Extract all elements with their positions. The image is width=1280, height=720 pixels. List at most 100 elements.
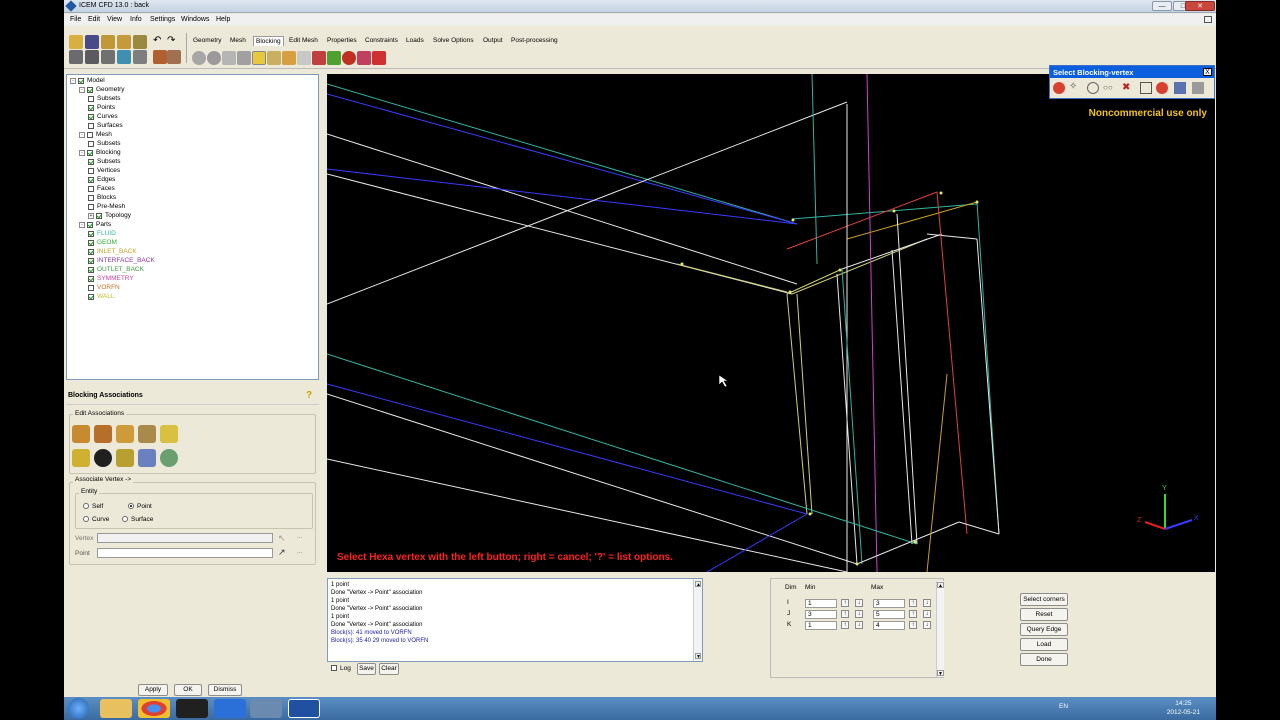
menu-info[interactable]: Info	[130, 16, 142, 23]
tree-item[interactable]: Subsets	[88, 140, 121, 147]
pre-mesh-smooth-icon[interactable]	[327, 51, 341, 65]
tab-properties[interactable]: Properties	[325, 36, 359, 45]
max-field[interactable]: 5	[873, 610, 905, 619]
chrome-taskbar-icon[interactable]	[138, 699, 170, 718]
wireframe-icon[interactable]	[117, 50, 131, 64]
edge-params-icon[interactable]	[297, 51, 311, 65]
tree-expander-icon[interactable]: -	[79, 149, 85, 156]
reset-associations-icon[interactable]	[94, 449, 112, 467]
tree-checkbox[interactable]	[88, 239, 94, 246]
tree-checkbox[interactable]	[87, 149, 93, 156]
tree-item[interactable]: Curves	[88, 113, 118, 120]
point-field[interactable]	[97, 548, 273, 558]
associate-vertex-icon[interactable]	[94, 425, 112, 443]
dim-scrollbar[interactable]: ▲ ▼	[936, 581, 944, 677]
system-clock[interactable]: 14:25 2012-05-21	[1167, 699, 1200, 717]
save-log-button[interactable]: Save	[357, 663, 376, 675]
tree-checkbox[interactable]	[88, 113, 94, 120]
tree-checkbox[interactable]	[88, 248, 94, 255]
entity-surface-radio[interactable]: Surface	[122, 516, 153, 523]
tree-checkbox[interactable]	[88, 104, 94, 111]
create-block-icon[interactable]	[192, 51, 206, 65]
tree-item[interactable]: Edges	[88, 176, 115, 183]
check-blocks-icon[interactable]	[342, 51, 356, 65]
fit-window-icon[interactable]	[69, 50, 83, 64]
tree-item[interactable]: WALL	[88, 293, 114, 300]
tree-item[interactable]: VORFN	[88, 284, 120, 291]
tab-mesh[interactable]: Mesh	[228, 36, 248, 45]
tree-checkbox[interactable]	[88, 275, 94, 282]
split-block-icon[interactable]	[207, 51, 221, 65]
tree-item[interactable]: Blocks	[88, 194, 116, 201]
auto-associate-icon[interactable]	[160, 449, 178, 467]
menu-file[interactable]: File	[70, 16, 81, 23]
group-curves-icon[interactable]	[138, 449, 156, 467]
tree-item[interactable]: - Parts	[79, 221, 111, 228]
tab-constraints[interactable]: Constraints	[363, 36, 400, 45]
tree-item[interactable]: Subsets	[88, 158, 121, 165]
min-field[interactable]: 3	[805, 610, 837, 619]
pre-mesh-quality-icon[interactable]	[312, 51, 326, 65]
tree-item[interactable]: INLET_BACK	[88, 248, 137, 255]
icem-taskbar-icon[interactable]	[214, 699, 246, 718]
select-toolbar-close-button[interactable]: X	[1203, 68, 1212, 76]
associate-face-icon[interactable]	[138, 425, 156, 443]
ok-button[interactable]: OK	[174, 684, 202, 696]
max-down-arrow-icon[interactable]: ↓	[923, 621, 931, 629]
graphics-viewport[interactable]: Y X Z Noncommercial use only Select Hexa…	[327, 74, 1215, 572]
help-icon[interactable]: ?	[306, 390, 312, 401]
tree-checkbox[interactable]	[88, 266, 94, 273]
tree-checkbox[interactable]	[88, 140, 94, 147]
tab-output[interactable]: Output	[481, 36, 505, 45]
delete-icon[interactable]	[372, 51, 386, 65]
tree-item[interactable]: GEOM	[88, 239, 117, 246]
tab-blocking[interactable]: Blocking	[253, 36, 284, 46]
query-edge-button[interactable]: Query Edge	[1020, 623, 1068, 636]
edit-block-icon[interactable]	[237, 51, 251, 65]
tree-item[interactable]: Pre-Mesh	[88, 203, 125, 210]
tab-geometry[interactable]: Geometry	[191, 36, 224, 45]
associate-edge-curve-icon[interactable]	[72, 425, 90, 443]
vertex-field[interactable]	[97, 533, 273, 543]
open-blocking-icon[interactable]	[117, 35, 131, 49]
tree-checkbox[interactable]	[88, 194, 94, 201]
save-blocking-icon[interactable]	[133, 35, 147, 49]
move-vertex-icon[interactable]	[267, 51, 281, 65]
tree-expander-icon[interactable]: -	[79, 131, 85, 138]
max-field[interactable]: 4	[873, 621, 905, 630]
min-field[interactable]: 1	[805, 599, 837, 608]
close-button[interactable]: ✕	[1185, 1, 1215, 11]
snap-project-icon[interactable]	[116, 449, 134, 467]
select-corners-button[interactable]: Select corners	[1020, 593, 1068, 606]
load-button[interactable]: Load	[1020, 638, 1068, 651]
toggle-dynamic-icon[interactable]: ✧	[1069, 82, 1081, 94]
screen-capture-taskbar-icon[interactable]	[288, 699, 320, 718]
tab-post-processing[interactable]: Post-processing	[509, 36, 560, 45]
language-indicator[interactable]: EN	[1059, 703, 1068, 710]
tree-checkbox[interactable]	[88, 257, 94, 264]
start-button-icon[interactable]	[68, 698, 89, 719]
measure-icon[interactable]	[101, 50, 115, 64]
associate-edge-surface-icon[interactable]	[116, 425, 134, 443]
tree-checkbox[interactable]	[88, 122, 94, 129]
tree-item[interactable]: FLUID	[88, 230, 116, 237]
tab-edit-mesh[interactable]: Edit Mesh	[287, 36, 320, 45]
tree-item[interactable]: INTERFACE_BACK	[88, 257, 155, 264]
select-circle-icon[interactable]	[1087, 82, 1099, 94]
tree-checkbox[interactable]	[88, 284, 94, 291]
max-down-arrow-icon[interactable]: ↓	[923, 599, 931, 607]
tree-checkbox[interactable]	[88, 158, 94, 165]
tree-item[interactable]: Subsets	[88, 95, 121, 102]
menu-view[interactable]: View	[107, 16, 122, 23]
max-down-arrow-icon[interactable]: ↓	[923, 610, 931, 618]
refresh-icon[interactable]	[153, 50, 167, 64]
tree-checkbox[interactable]	[88, 167, 94, 174]
tree-item[interactable]: + Topology	[88, 212, 131, 219]
tree-item[interactable]: OUTLET_BACK	[88, 266, 144, 273]
select-visible-icon[interactable]	[1174, 82, 1186, 94]
tree-checkbox[interactable]	[87, 86, 93, 93]
tree-item[interactable]: Faces	[88, 185, 115, 192]
menu-settings[interactable]: Settings	[150, 16, 175, 23]
log-checkbox[interactable]: Log	[331, 665, 351, 672]
minimize-button[interactable]: —	[1152, 1, 1172, 11]
